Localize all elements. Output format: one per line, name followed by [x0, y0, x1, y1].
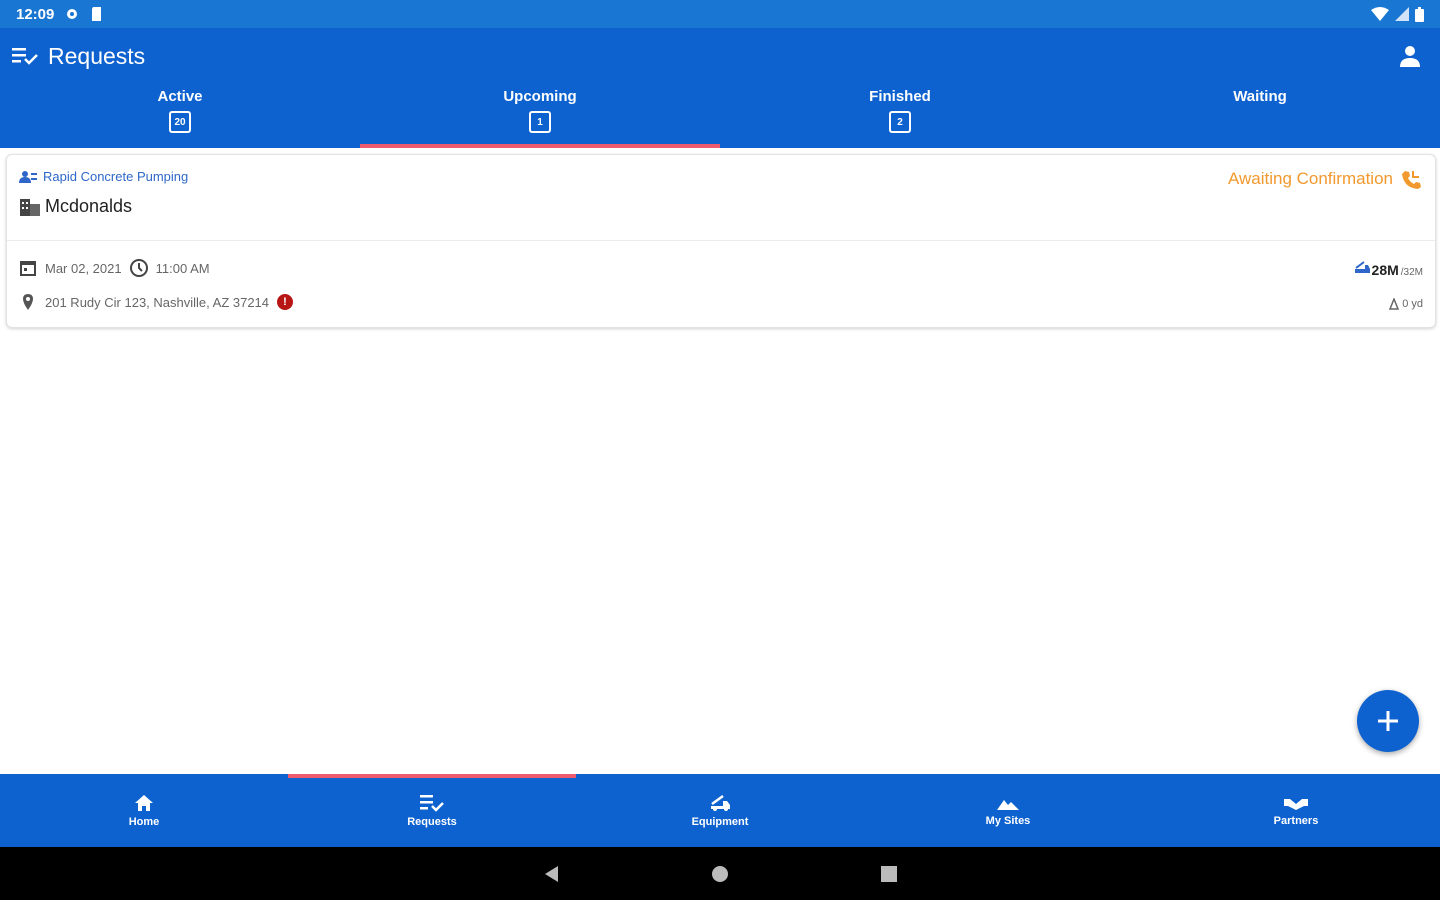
equipment-size-value: 28M	[1371, 262, 1399, 278]
people-icon	[19, 170, 37, 183]
nav-label: My Sites	[985, 814, 1031, 827]
tab-label: Upcoming	[503, 88, 577, 105]
tab-count-badge: 1	[529, 111, 551, 133]
building-icon	[20, 198, 40, 216]
request-card-header: Rapid Concrete Pumping Mcdonalds Awaitin…	[7, 155, 1435, 241]
company-row: Rapid Concrete Pumping	[19, 169, 1423, 184]
profile-button[interactable]	[1392, 38, 1428, 74]
tab-waiting[interactable]: Waiting	[1080, 84, 1440, 148]
nav-equipment[interactable]: Equipment	[576, 774, 864, 847]
request-address: 201 Rudy Cir 123, Nashville, AZ 37214	[45, 294, 270, 310]
clock-icon	[129, 259, 148, 277]
home-circle-icon[interactable]	[710, 864, 730, 884]
requests-logo-icon	[12, 48, 38, 65]
nav-label: Partners	[1273, 814, 1319, 827]
request-date: Mar 02, 2021	[45, 260, 122, 276]
equipment-icon	[711, 794, 730, 811]
battery-icon	[1415, 6, 1424, 22]
nav-partners[interactable]: Partners	[1152, 774, 1440, 847]
tab-finished[interactable]: Finished 2	[720, 84, 1080, 148]
status-bar: 12:09	[0, 0, 1440, 28]
request-time: 11:00 AM	[155, 260, 210, 276]
back-icon[interactable]	[542, 864, 560, 884]
tab-label: Waiting	[1233, 88, 1287, 105]
recents-icon[interactable]	[880, 865, 898, 883]
plus-icon	[1378, 711, 1398, 731]
volume: 0 yd	[1354, 298, 1423, 310]
bottom-nav: Home Requests Equipment My Sites Partner…	[0, 774, 1440, 847]
request-metrics: 28M /32M 0 yd	[1354, 261, 1423, 310]
tab-active[interactable]: Active 20	[0, 84, 360, 148]
request-status: Awaiting Confirmation	[1228, 169, 1421, 189]
equipment-size: 28M /32M	[1354, 261, 1423, 278]
requests-icon	[420, 794, 444, 812]
system-navigation-bar	[0, 847, 1440, 900]
nav-label: Requests	[407, 815, 457, 828]
nav-home[interactable]: Home	[0, 774, 288, 847]
status-label: Awaiting Confirmation	[1227, 169, 1393, 188]
tab-label: Active	[157, 88, 203, 105]
address-error-icon[interactable]: !	[277, 294, 294, 310]
site-row: Mcdonalds	[19, 196, 1423, 217]
company-name: Rapid Concrete Pumping	[43, 169, 189, 184]
address-row: 201 Rudy Cir 123, Nashville, AZ 37214 !	[19, 293, 1423, 311]
site-name: Mcdonalds	[45, 196, 133, 216]
calendar-icon	[20, 261, 36, 276]
page-title: Requests	[48, 42, 146, 69]
app-bar: Requests Active 20 Upcoming 1 Finished 2…	[0, 28, 1440, 148]
requests-list: Rapid Concrete Pumping Mcdonalds Awaitin…	[0, 148, 1440, 774]
settings-icon	[67, 9, 78, 19]
nav-label: Home	[128, 815, 160, 828]
home-icon	[135, 794, 153, 811]
wifi-icon	[1371, 7, 1389, 21]
nav-indicator	[288, 774, 576, 778]
status-time: 12:09	[16, 5, 55, 23]
phone-callback-icon	[1402, 171, 1421, 189]
tab-count-badge: 2	[889, 111, 911, 133]
request-tabs: Active 20 Upcoming 1 Finished 2 Waiting	[0, 84, 1440, 148]
tab-label: Finished	[869, 88, 931, 105]
volume-value: 0 yd	[1402, 298, 1423, 310]
datetime-row: Mar 02, 2021 11:00 AM	[19, 259, 1423, 277]
location-pin-icon	[23, 294, 33, 310]
nav-my-sites[interactable]: My Sites	[864, 774, 1152, 847]
nav-label: Equipment	[691, 815, 749, 828]
sd-card-icon	[92, 7, 102, 21]
person-icon	[1400, 46, 1420, 67]
request-card-details: Mar 02, 2021 11:00 AM 201 Rudy Cir 123, …	[7, 241, 1435, 329]
equipment-capacity: /32M	[1400, 267, 1423, 278]
tab-upcoming[interactable]: Upcoming 1	[360, 84, 720, 148]
partners-icon	[1284, 798, 1308, 810]
tab-count-badge: 20	[169, 111, 191, 133]
volume-icon	[1389, 298, 1400, 310]
sites-icon	[997, 799, 1019, 810]
request-card[interactable]: Rapid Concrete Pumping Mcdonalds Awaitin…	[6, 154, 1436, 328]
add-request-button[interactable]	[1357, 690, 1419, 752]
nav-requests[interactable]: Requests	[288, 774, 576, 847]
pump-truck-icon	[1354, 261, 1370, 273]
signal-icon	[1395, 7, 1409, 21]
